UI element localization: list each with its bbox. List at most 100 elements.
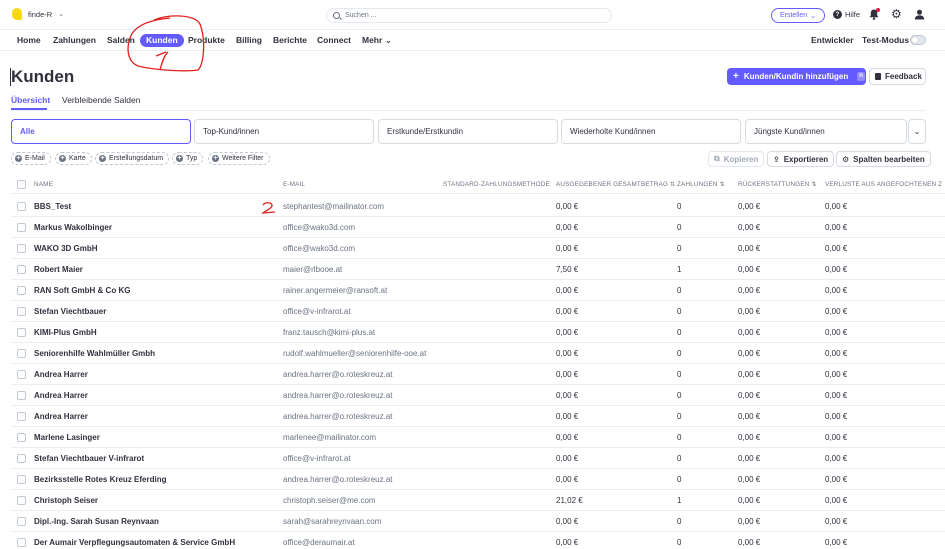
row-checkbox[interactable] xyxy=(17,265,26,274)
bell-icon[interactable] xyxy=(869,8,880,20)
customer-email: stephantest@mailinator.com xyxy=(283,202,385,211)
table-row[interactable]: Andrea Harrer andrea.harrer@o.roteskreuz.… xyxy=(11,364,945,385)
nav-kunden[interactable]: Kunden xyxy=(140,34,184,47)
row-checkbox[interactable] xyxy=(17,349,26,358)
user-icon[interactable] xyxy=(914,9,925,20)
customer-name[interactable]: Andrea Harrer xyxy=(34,370,88,379)
col-refunds[interactable]: RÜCKERSTATTUNGEN ⇅ xyxy=(738,181,817,188)
segment-first-time[interactable]: Erstkunde/Erstkundin xyxy=(378,119,558,144)
row-checkbox[interactable] xyxy=(17,475,26,484)
customer-name[interactable]: Bezirksstelle Rotes Kreuz Eferding xyxy=(34,475,166,484)
customer-name[interactable]: Andrea Harrer xyxy=(34,412,88,421)
search-input[interactable]: Suchen ... xyxy=(326,8,612,23)
table-row[interactable]: Andrea Harrer andrea.harrer@o.roteskreuz.… xyxy=(11,385,945,406)
table-row[interactable]: Markus Wakolbinger office@wako3d.com 0,00 … xyxy=(11,217,945,238)
customer-name[interactable]: Seniorenhilfe Wahlmüller Gmbh xyxy=(34,349,155,358)
nav-home[interactable]: Home xyxy=(17,34,41,47)
table-row[interactable]: Marlene Lasinger marlenee@mailinator.com 0… xyxy=(11,427,945,448)
table-row[interactable]: Der Aumair Verpflegungsautomaten & Servi… xyxy=(11,532,945,549)
customer-payments: 0 xyxy=(677,244,682,253)
create-button[interactable]: Erstellen ⌄ xyxy=(771,8,825,23)
table-row[interactable]: WAKO 3D GmbH office@wako3d.com 0,00 € 0 0,00… xyxy=(11,238,945,259)
table-row[interactable]: KIMI-Plus GmbH franz.tausch@kimi-plus.at 0… xyxy=(11,322,945,343)
col-dispute-losses[interactable]: VERLUSTE AUS ANGEFOCHTENEN Z xyxy=(825,181,942,188)
select-all-checkbox[interactable] xyxy=(17,180,26,189)
segment-all[interactable]: Alle xyxy=(11,119,191,144)
table-row[interactable]: Andrea Harrer andrea.harrer@o.roteskreuz.… xyxy=(11,406,945,427)
segment-top-customers[interactable]: Top-Kund/innen xyxy=(194,119,374,144)
filter-more[interactable]: + Weitere Filter xyxy=(208,152,270,165)
nav-produkte[interactable]: Produkte xyxy=(188,34,225,47)
table-row[interactable]: RAN Soft GmbH & Co KG rainer.angermeier@r… xyxy=(11,280,945,301)
customer-name[interactable]: Stefan Viechtbauer V-infrarot xyxy=(34,454,144,463)
customer-name[interactable]: Robert Maier xyxy=(34,265,83,274)
nav-berichte[interactable]: Berichte xyxy=(273,34,307,47)
customer-losses: 0,00 € xyxy=(825,412,848,421)
col-payments[interactable]: ZAHLUNGEN ⇅ xyxy=(677,181,725,188)
table-row[interactable]: Robert Maier maier@rlbooe.at 7,50 € 1 0,00 €… xyxy=(11,259,945,280)
customer-name[interactable]: Christoph Seiser xyxy=(34,496,98,505)
customer-name[interactable]: Markus Wakolbinger xyxy=(34,223,112,232)
segment-recent[interactable]: Jüngste Kund/innen xyxy=(745,119,907,144)
account-switcher[interactable]: finde-R ⌄ xyxy=(12,8,64,20)
col-name[interactable]: NAME xyxy=(34,181,53,188)
testmode-toggle[interactable] xyxy=(910,35,926,45)
row-checkbox[interactable] xyxy=(17,454,26,463)
customer-name[interactable]: Stefan Viechtbauer xyxy=(34,307,106,316)
row-checkbox[interactable] xyxy=(17,202,26,211)
customer-name[interactable]: KIMI-Plus GmbH xyxy=(34,328,97,337)
row-checkbox[interactable] xyxy=(17,433,26,442)
nav-mehr[interactable]: Mehr ⌄ xyxy=(362,34,392,47)
col-total-spent[interactable]: AUSGEGEBENER GESAMTBETRAG ⇅ xyxy=(556,181,675,188)
col-default-method[interactable]: STANDARD-ZAHLUNGSMETHODE xyxy=(443,181,550,188)
table-row[interactable]: Seniorenhilfe Wahlmüller Gmbh rudolf.wahl… xyxy=(11,343,945,364)
table-row[interactable]: Stefan Viechtbauer V-infrarot office@v-in… xyxy=(11,448,945,469)
row-checkbox[interactable] xyxy=(17,412,26,421)
nav-zahlungen[interactable]: Zahlungen xyxy=(53,34,96,47)
row-checkbox[interactable] xyxy=(17,328,26,337)
segment-repeat[interactable]: Wiederholte Kund/innen xyxy=(561,119,741,144)
nav-billing[interactable]: Billing xyxy=(236,34,262,47)
filter-email[interactable]: + E-Mail xyxy=(11,152,51,165)
row-checkbox[interactable] xyxy=(17,517,26,526)
col-refunds-label: RÜCKERSTATTUNGEN xyxy=(738,181,810,188)
col-email[interactable]: E-MAIL xyxy=(283,181,305,188)
table-row[interactable]: Christoph Seiser christoph.seiser@me.com 2… xyxy=(11,490,945,511)
nav-connect[interactable]: Connect xyxy=(317,34,351,47)
nav-salden[interactable]: Salden xyxy=(107,34,135,47)
customer-name[interactable]: RAN Soft GmbH & Co KG xyxy=(34,286,130,295)
customer-name[interactable]: Der Aumair Verpflegungsautomaten & Servi… xyxy=(34,538,235,547)
developer-link[interactable]: Entwickler xyxy=(811,34,854,47)
table-row[interactable]: Bezirksstelle Rotes Kreuz Eferding andrea… xyxy=(11,469,945,490)
filter-created-date[interactable]: + Erstellungsdatum xyxy=(95,152,170,165)
row-checkbox[interactable] xyxy=(17,244,26,253)
row-checkbox[interactable] xyxy=(17,538,26,547)
customer-name[interactable]: WAKO 3D GmbH xyxy=(34,244,98,253)
tab-remaining-balances[interactable]: Verbleibende Salden xyxy=(62,95,140,105)
row-checkbox[interactable] xyxy=(17,286,26,295)
filter-card[interactable]: + Karte xyxy=(55,152,92,165)
help-button[interactable]: ? Hilfe xyxy=(833,10,860,19)
customer-name[interactable]: Marlene Lasinger xyxy=(34,433,100,442)
export-button[interactable]: ⇪ Exportieren xyxy=(767,151,835,167)
segment-more-button[interactable]: ⌄ xyxy=(908,119,926,144)
tab-overview[interactable]: Übersicht xyxy=(11,95,50,105)
chevron-down-icon: ⌄ xyxy=(810,12,817,20)
customer-name[interactable]: Andrea Harrer xyxy=(34,391,88,400)
row-checkbox[interactable] xyxy=(17,307,26,316)
feedback-button[interactable]: Feedback xyxy=(869,68,926,85)
row-checkbox[interactable] xyxy=(17,223,26,232)
add-customer-button[interactable]: + Kunden/Kundin hinzufügen n xyxy=(727,68,866,85)
table-row[interactable]: Stefan Viechtbauer office@v-infrarot.at 0,… xyxy=(11,301,945,322)
row-checkbox[interactable] xyxy=(17,496,26,505)
gear-icon[interactable]: ⚙ xyxy=(891,8,902,20)
customer-name[interactable]: Dipl.-Ing. Sarah Susan Reynvaan xyxy=(34,517,159,526)
row-checkbox[interactable] xyxy=(17,391,26,400)
filter-type[interactable]: + Typ xyxy=(172,152,204,165)
row-checkbox[interactable] xyxy=(17,370,26,379)
table-row[interactable]: BBS_Test stephantest@mailinator.com 0,00 €… xyxy=(11,196,945,217)
customer-name[interactable]: BBS_Test xyxy=(34,202,71,211)
table-row[interactable]: Dipl.-Ing. Sarah Susan Reynvaan sarah@sar… xyxy=(11,511,945,532)
edit-columns-button[interactable]: ⚙ Spalten bearbeiten xyxy=(836,151,931,167)
copy-button[interactable]: ⧉ Kopieren xyxy=(708,151,765,167)
